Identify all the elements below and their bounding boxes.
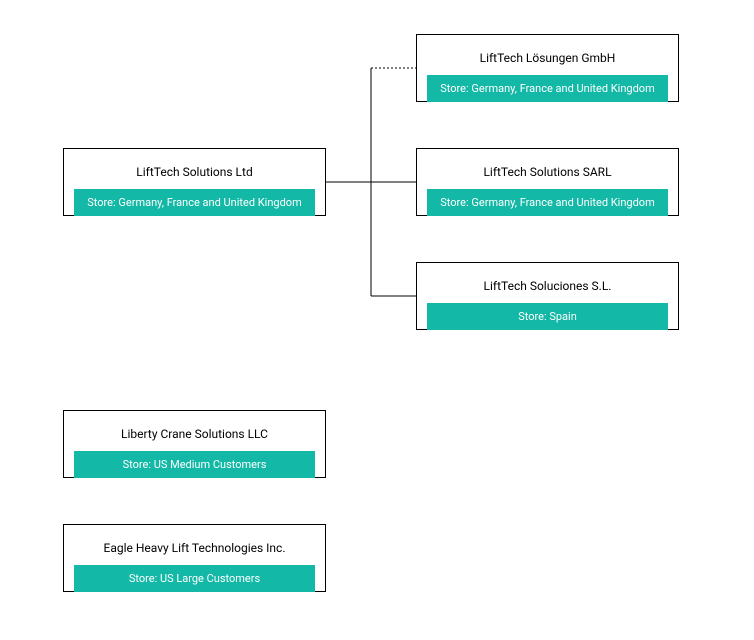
org-node-title: LiftTech Solutions Ltd	[136, 161, 252, 179]
org-node-title: LiftTech Solutions SARL	[483, 161, 611, 179]
store-badge: Store: Germany, France and United Kingdo…	[427, 75, 668, 102]
org-node-child[interactable]: LiftTech Soluciones S.L. Store: Spain	[416, 262, 679, 330]
org-node-standalone[interactable]: Liberty Crane Solutions LLC Store: US Me…	[63, 410, 326, 478]
org-node-title: LiftTech Lösungen GmbH	[480, 47, 616, 65]
org-node-child[interactable]: LiftTech Lösungen GmbH Store: Germany, F…	[416, 34, 679, 102]
store-badge: Store: US Medium Customers	[74, 451, 315, 478]
store-badge: Store: Spain	[427, 303, 668, 330]
org-node-title: Liberty Crane Solutions LLC	[121, 423, 268, 441]
store-badge: Store: Germany, France and United Kingdo…	[74, 189, 315, 216]
store-badge: Store: Germany, France and United Kingdo…	[427, 189, 668, 216]
org-node-title: LiftTech Soluciones S.L.	[484, 275, 612, 293]
org-node-parent[interactable]: LiftTech Solutions Ltd Store: Germany, F…	[63, 148, 326, 216]
org-node-standalone[interactable]: Eagle Heavy Lift Technologies Inc. Store…	[63, 524, 326, 592]
org-node-title: Eagle Heavy Lift Technologies Inc.	[104, 537, 286, 555]
org-node-child[interactable]: LiftTech Solutions SARL Store: Germany, …	[416, 148, 679, 216]
store-badge: Store: US Large Customers	[74, 565, 315, 592]
